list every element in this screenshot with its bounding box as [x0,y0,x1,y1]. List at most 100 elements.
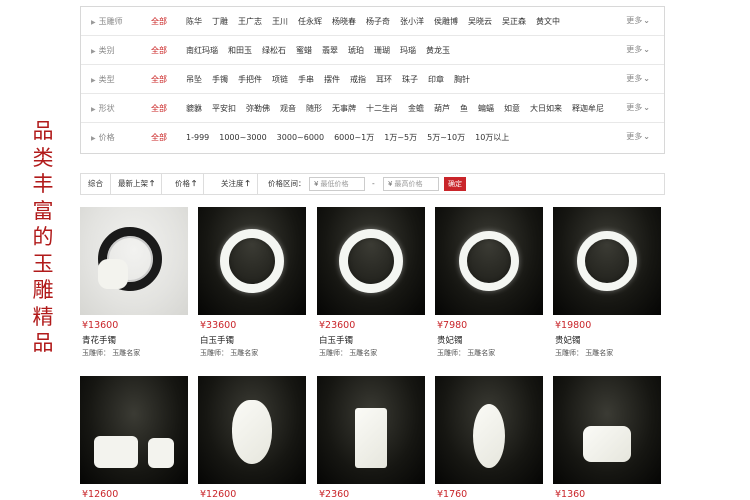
product-image[interactable] [553,207,661,315]
sort-attention-button[interactable]: 关注度 🡑 [214,174,258,194]
product-name[interactable]: 白玉手镯 [317,334,427,346]
filter-option[interactable]: 3000~6000 [277,133,324,142]
filter-option[interactable]: 金蟾 [408,104,424,113]
filter-option[interactable]: 弥勒佛 [246,104,270,113]
filter-option[interactable]: 手串 [298,75,314,84]
filter-option[interactable]: 手把件 [238,75,262,84]
filter-option[interactable]: 鱼 [460,104,468,113]
filter-option[interactable]: 平安扣 [212,104,236,113]
filter-option[interactable]: 张小洋 [400,17,424,26]
filter-option[interactable]: 1000~3000 [219,133,266,142]
min-price-input[interactable]: ¥ 最低价格 [309,177,365,191]
filter-option[interactable]: 1万~5万 [384,133,417,142]
filter-option[interactable]: 1-999 [186,133,209,142]
filter-option[interactable]: 黄龙玉 [426,46,450,55]
max-price-input[interactable]: ¥ 最高价格 [383,177,439,191]
confirm-button[interactable]: 确定 [444,177,466,191]
filter-option[interactable]: 戒指 [350,75,366,84]
filter-option[interactable]: 和田玉 [228,46,252,55]
filter-option[interactable]: 观音 [280,104,296,113]
filter-all-option[interactable]: 全部 [151,74,167,85]
filter-option[interactable]: 南红玛瑙 [186,46,218,55]
product-image[interactable] [198,207,306,315]
filter-option[interactable]: 丁雕 [212,17,228,26]
sort-newest-label: 最新上架 [118,179,148,188]
sort-overall-button[interactable]: 综合 [81,174,111,194]
sort-newest-button[interactable]: 最新上架 🡑 [111,174,163,194]
filter-option[interactable]: 翡翠 [322,46,338,55]
filter-option[interactable]: 吴正森 [502,17,526,26]
product-card[interactable]: ¥7980 贵妃镯 玉雕师： 玉雕名家 [435,207,545,358]
filter-option[interactable]: 玛瑙 [400,46,416,55]
filter-option[interactable]: 摆件 [324,75,340,84]
filter-option[interactable]: 珊瑚 [374,46,390,55]
filter-option[interactable]: 耳环 [376,75,392,84]
filter-option[interactable]: 印章 [428,75,444,84]
filter-all-option[interactable]: 全部 [151,103,167,114]
filter-option[interactable]: 杨晓春 [332,17,356,26]
filter-option[interactable]: 5万~10万 [427,133,465,142]
product-image[interactable] [553,376,661,484]
product-card[interactable]: ¥1760 [435,376,545,500]
filter-all-option[interactable]: 全部 [151,132,167,143]
filter-all-option[interactable]: 全部 [151,16,167,27]
filter-option[interactable]: 10万以上 [475,133,509,142]
sort-price-button[interactable]: 价格 🡑 [168,174,205,194]
product-card[interactable]: ¥2360 [317,376,427,500]
filter-option[interactable]: 王广志 [238,17,262,26]
filter-option[interactable]: 吊坠 [186,75,202,84]
filter-more-button[interactable]: 更多⌄ [626,102,650,113]
product-card[interactable]: ¥1360 [553,376,663,500]
filter-option[interactable]: 珠子 [402,75,418,84]
product-image[interactable] [435,376,543,484]
product-card[interactable]: ¥13600 青花手镯 玉雕师： 玉雕名家 [80,207,190,358]
product-card[interactable]: ¥12600 [198,376,308,500]
filter-option[interactable]: 释迦牟尼 [572,104,604,113]
filter-label-text: 价格 [98,133,115,142]
product-card[interactable]: ¥23600 白玉手镯 玉雕师： 玉雕名家 [317,207,427,358]
product-image[interactable] [198,376,306,484]
filter-option[interactable]: 手镯 [212,75,228,84]
product-image[interactable] [80,376,188,484]
product-card[interactable]: ¥12600 [80,376,190,500]
filter-option[interactable]: 黄文中 [536,17,560,26]
filter-option[interactable]: 任永辉 [298,17,322,26]
filter-option[interactable]: 琥珀 [348,46,364,55]
product-card[interactable]: ¥33600 白玉手镯 玉雕师： 玉雕名家 [198,207,308,358]
product-image[interactable] [317,376,425,484]
filter-option[interactable]: 6000~1万 [334,133,374,142]
filter-option[interactable]: 绿松石 [262,46,286,55]
filter-option[interactable]: 葫芦 [434,104,450,113]
filter-more-button[interactable]: 更多⌄ [626,15,650,26]
filter-option[interactable]: 如意 [504,104,520,113]
product-image[interactable] [317,207,425,315]
product-name[interactable]: 贵妃镯 [435,334,545,346]
filter-option[interactable]: 无事牌 [332,104,356,113]
filter-more-button[interactable]: 更多⌄ [626,44,650,55]
filter-option[interactable]: 大日如来 [530,104,562,113]
product-name[interactable]: 白玉手镯 [198,334,308,346]
filter-more-button[interactable]: 更多⌄ [626,73,650,84]
product-image[interactable] [435,207,543,315]
product-card[interactable]: ¥19800 贵妃镯 玉雕师： 玉雕名家 [553,207,663,358]
product-image[interactable] [80,207,188,315]
filter-option[interactable]: 蝙蝠 [478,104,494,113]
filter-option[interactable]: 十二生肖 [366,104,398,113]
filter-option[interactable]: 蜜蜡 [296,46,312,55]
filter-option[interactable]: 貔貅 [186,104,202,113]
filter-option[interactable]: 随形 [306,104,322,113]
filter-option[interactable]: 陈华 [186,17,202,26]
filter-option[interactable]: 吴晓云 [468,17,492,26]
filter-option[interactable]: 杨子奇 [366,17,390,26]
chevron-down-icon: ⌄ [643,132,650,141]
filter-option[interactable]: 项链 [272,75,288,84]
filter-option[interactable]: 王川 [272,17,288,26]
product-name[interactable]: 青花手镯 [80,334,190,346]
product-price: ¥12600 [200,489,237,500]
filter-all-option[interactable]: 全部 [151,45,167,56]
product-name[interactable]: 贵妃镯 [553,334,663,346]
filter-more-button[interactable]: 更多⌄ [626,131,650,142]
filter-option[interactable]: 胸针 [454,75,470,84]
side-title: 品 类 丰 富 的 玉 雕 精 品 [28,118,58,357]
filter-option[interactable]: 侯雕博 [434,17,458,26]
